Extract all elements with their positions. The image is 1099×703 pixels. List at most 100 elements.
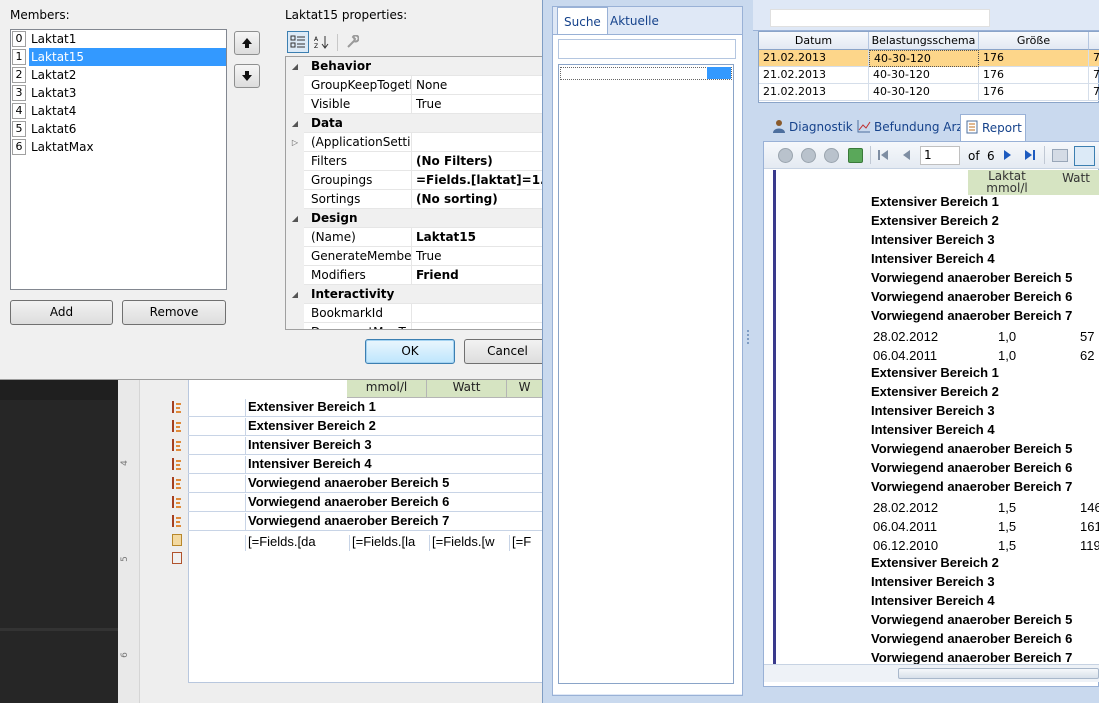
document-map-icon[interactable] — [1052, 149, 1068, 162]
designer-header-cell[interactable]: W — [507, 380, 543, 398]
collapse-icon[interactable]: ◢ — [286, 285, 304, 304]
designer-group-row[interactable]: Extensiver Bereich 2 — [188, 417, 543, 436]
property-category[interactable]: ◢ Data — [286, 114, 542, 133]
tab-report[interactable]: Report — [960, 114, 1026, 141]
grid-cell[interactable]: 40-30-120 — [869, 84, 979, 101]
collapse-icon[interactable]: ◢ — [286, 114, 304, 133]
designer-header-cell[interactable]: mmol/l — [347, 380, 427, 398]
grid-cell[interactable]: 21.02.2013 — [759, 67, 869, 84]
property-value[interactable] — [411, 304, 542, 323]
property-row[interactable]: BookmarkId — [286, 304, 542, 323]
last-page-icon[interactable] — [1024, 149, 1036, 161]
forward-icon[interactable] — [801, 148, 816, 163]
property-row[interactable]: (Name) Laktat15 — [286, 228, 542, 247]
property-value[interactable]: (No sorting) — [411, 190, 542, 209]
property-value[interactable] — [411, 133, 542, 152]
property-value[interactable]: Laktat15 — [411, 228, 542, 247]
designer-header-cell[interactable]: Watt — [427, 380, 507, 398]
property-row[interactable]: Groupings =Fields.[laktat]=1.5 — [286, 171, 542, 190]
member-item[interactable]: 3 Laktat3 — [11, 84, 226, 102]
property-value[interactable]: =Fields.[laktat]=1.5 — [411, 171, 542, 190]
grid-column-header[interactable]: Größe — [979, 32, 1089, 50]
property-value[interactable]: Friend — [411, 266, 542, 285]
grid-cell[interactable]: 176 — [979, 84, 1089, 101]
top-filter-input[interactable] — [770, 9, 990, 27]
grid-column-header[interactable]: Datum — [759, 32, 869, 50]
grid-cell[interactable]: 40-30-120 — [869, 67, 979, 84]
property-value[interactable]: True — [411, 247, 542, 266]
print-layout-button[interactable] — [1074, 146, 1095, 166]
property-value[interactable]: (No Filters) — [411, 152, 542, 171]
property-category[interactable]: ◢ Behavior — [286, 57, 542, 76]
scrollbar-thumb[interactable] — [898, 668, 1099, 679]
grid-cell[interactable]: 176 — [979, 67, 1089, 84]
grid-cell[interactable]: 21.02.2013 — [759, 84, 869, 101]
property-row[interactable]: GenerateMember True — [286, 247, 542, 266]
collapse-icon[interactable]: ◢ — [286, 57, 304, 76]
property-row[interactable]: Sortings (No sorting) — [286, 190, 542, 209]
first-page-icon[interactable] — [877, 149, 889, 161]
property-value[interactable] — [411, 323, 542, 329]
remove-button[interactable]: Remove — [122, 300, 226, 325]
collapse-icon[interactable]: ◢ — [286, 209, 304, 228]
back-icon[interactable] — [778, 148, 793, 163]
member-item[interactable]: 4 Laktat4 — [11, 102, 226, 120]
categorized-view-button[interactable] — [287, 31, 309, 53]
designer-group-row[interactable]: Vorwiegend anaerober Bereich 7 — [188, 512, 543, 531]
member-item[interactable]: 1 Laktat15 — [11, 48, 226, 66]
grid-cell[interactable]: 176 — [979, 50, 1089, 67]
property-value[interactable]: True — [411, 95, 542, 114]
property-row[interactable]: DocumentMapText — [286, 323, 542, 329]
grid-column-header[interactable] — [1089, 32, 1099, 50]
tab-aktuelle[interactable]: Aktuelle — [604, 7, 665, 35]
property-row[interactable]: Modifiers Friend — [286, 266, 542, 285]
tab-befundung-arzt[interactable]: Befundung Arzt — [853, 114, 967, 141]
property-value[interactable]: None — [411, 76, 542, 95]
expand-icon[interactable]: ▷ — [286, 133, 304, 152]
designer-group-row[interactable]: Vorwiegend anaerober Bereich 5 — [188, 474, 543, 493]
cancel-button[interactable]: Cancel — [464, 339, 550, 364]
property-row[interactable]: Filters (No Filters) — [286, 152, 542, 171]
next-page-icon[interactable] — [1002, 149, 1014, 161]
patient-list[interactable] — [558, 64, 734, 684]
designer-field-cell[interactable]: [=Fields.[w — [429, 535, 509, 551]
page-number-input[interactable]: 1 — [920, 146, 960, 165]
grid-cell[interactable]: 21.02.2013 — [759, 50, 869, 67]
property-row[interactable]: Visible True — [286, 95, 542, 114]
ok-button[interactable]: OK — [365, 339, 455, 364]
member-item[interactable]: 2 Laktat2 — [11, 66, 226, 84]
measurements-datagrid[interactable]: Datum Belastungsschema Größe 21.02.2013 40-3… — [758, 31, 1099, 103]
alphabetical-view-button[interactable]: AZ — [311, 31, 333, 53]
property-category[interactable]: ◢ Interactivity — [286, 285, 542, 304]
grid-column-header[interactable]: Belastungsschema — [869, 32, 979, 50]
designer-field-cell[interactable]: [=Fields.[da — [245, 535, 349, 551]
designer-field-cell[interactable]: [=F — [509, 535, 543, 551]
member-item[interactable]: 5 Laktat6 — [11, 120, 226, 138]
designer-header-cells[interactable]: mmol/l Watt W — [347, 380, 543, 398]
property-row[interactable]: ▷ (ApplicationSettings) — [286, 133, 542, 152]
move-up-button[interactable] — [234, 31, 260, 55]
members-listbox[interactable]: 0 Laktat1 1 Laktat15 2 Laktat2 3 Laktat3 4 Laktat… — [10, 29, 227, 290]
property-pages-button[interactable] — [341, 31, 363, 53]
property-grid[interactable]: ◢ Behavior GroupKeepTogetherNone Visible Tru… — [285, 56, 542, 330]
member-item[interactable]: 0 Laktat1 — [11, 30, 226, 48]
designer-group-row[interactable]: Intensiver Bereich 3 — [188, 436, 543, 455]
designer-group-row[interactable]: Vorwiegend anaerober Bereich 6 — [188, 493, 543, 512]
search-input[interactable] — [558, 39, 736, 59]
member-item[interactable]: 6 LaktatMax — [11, 138, 226, 156]
grid-cell[interactable]: 40-30-120 — [869, 50, 979, 67]
refresh-icon[interactable] — [848, 148, 863, 163]
stop-icon[interactable] — [824, 148, 839, 163]
property-category[interactable]: ◢ Design — [286, 209, 542, 228]
grid-cell[interactable]: 70 — [1089, 67, 1099, 84]
designer-group-row[interactable]: Extensiver Bereich 1 — [188, 398, 543, 417]
vertical-splitter[interactable] — [743, 0, 753, 703]
grid-cell[interactable]: 70 — [1089, 50, 1099, 67]
property-row[interactable]: GroupKeepTogetherNone — [286, 76, 542, 95]
add-button[interactable]: Add — [10, 300, 113, 325]
designer-field-cell[interactable]: [=Fields.[la — [349, 535, 429, 551]
designer-group-row[interactable]: Intensiver Bereich 4 — [188, 455, 543, 474]
grid-cell[interactable]: 70 — [1089, 84, 1099, 101]
tab-suche[interactable]: Suche — [557, 7, 608, 35]
tab-diagnostik[interactable]: Diagnostik — [768, 114, 853, 141]
